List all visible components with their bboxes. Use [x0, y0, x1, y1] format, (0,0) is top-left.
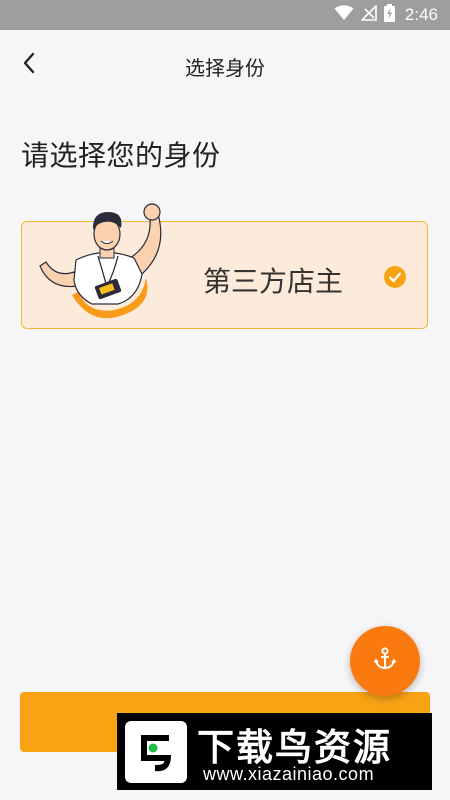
watermark-url: www.xiazainiao.com	[203, 764, 375, 784]
check-circle-icon	[383, 265, 407, 289]
wifi-icon	[334, 5, 354, 25]
watermark-title: 下载鸟资源	[197, 726, 392, 769]
status-time: 2:46	[404, 5, 438, 24]
signal-icon	[359, 4, 377, 25]
anchor-icon	[372, 646, 398, 676]
role-prompt-heading: 请选择您的身份	[21, 139, 221, 172]
page-title: 选择身份	[185, 56, 265, 80]
status-bar: 2:46	[0, 0, 450, 30]
screen: 2:46 选择身份 请选择您的身份 第三方店主 下载鸟资源 www.xiazai…	[0, 0, 450, 800]
role-label: 第三方店主	[203, 265, 344, 298]
watermark: 下载鸟资源 www.xiazainiao.com	[117, 713, 432, 790]
battery-charging-icon	[383, 4, 395, 26]
role-option-card[interactable]: 第三方店主	[21, 203, 428, 329]
watermark-logo	[125, 721, 187, 783]
floating-action-button[interactable]	[350, 626, 420, 696]
nav-bar: 选择身份	[0, 30, 450, 100]
shop-owner-illustration	[34, 200, 184, 330]
status-icons: 2:46	[334, 0, 438, 30]
